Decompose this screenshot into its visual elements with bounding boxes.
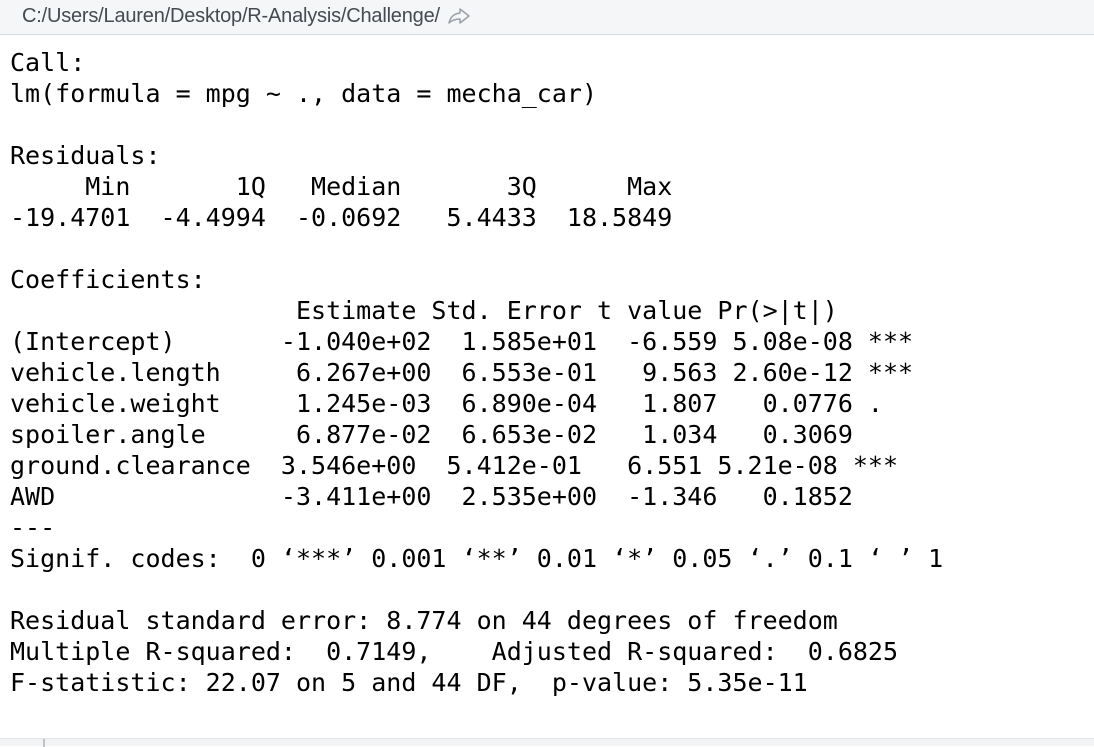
console-line: lm(formula = mpg ~ ., data = mecha_car)	[10, 79, 597, 108]
console-line: F-statistic: 22.07 on 5 and 44 DF, p-val…	[10, 668, 808, 697]
console-line: Signif. codes: 0 ‘***’ 0.001 ‘**’ 0.01 ‘…	[10, 544, 944, 573]
console-line: (Intercept) -1.040e+02 1.585e+01 -6.559 …	[10, 327, 914, 356]
console-line: vehicle.weight 1.245e-03 6.890e-04 1.807…	[10, 389, 914, 418]
console-line: Estimate Std. Error t value Pr(>|t|)	[10, 296, 899, 325]
console-line: AWD -3.411e+00 2.535e+00 -1.346 0.1852	[10, 482, 914, 511]
console-line: Residuals:	[10, 141, 161, 170]
console-line: Call:	[10, 48, 86, 77]
console-line: Multiple R-squared: 0.7149, Adjusted R-s…	[10, 637, 914, 666]
console-line: vehicle.length 6.267e+00 6.553e-01 9.563…	[10, 358, 914, 387]
console-header: C:/Users/Lauren/Desktop/R-Analysis/Chall…	[0, 0, 1094, 35]
console-resize-bar[interactable]	[0, 738, 1094, 747]
console-output[interactable]: Call: lm(formula = mpg ~ ., data = mecha…	[0, 36, 1094, 738]
console-line: spoiler.angle 6.877e-02 6.653e-02 1.034 …	[10, 420, 914, 449]
console-line: Coefficients:	[10, 265, 206, 294]
working-directory-path: C:/Users/Lauren/Desktop/R-Analysis/Chall…	[22, 5, 440, 27]
go-to-directory-icon[interactable]	[446, 4, 472, 28]
console-line: ground.clearance 3.546e+00 5.412e-01 6.5…	[10, 451, 899, 480]
console-line: -19.4701 -4.4994 -0.0692 5.4433 18.5849	[10, 203, 688, 232]
console-line: ---	[10, 513, 56, 542]
console-line: Min 1Q Median 3Q Max	[10, 172, 688, 201]
console-line: Residual standard error: 8.774 on 44 deg…	[10, 606, 838, 635]
